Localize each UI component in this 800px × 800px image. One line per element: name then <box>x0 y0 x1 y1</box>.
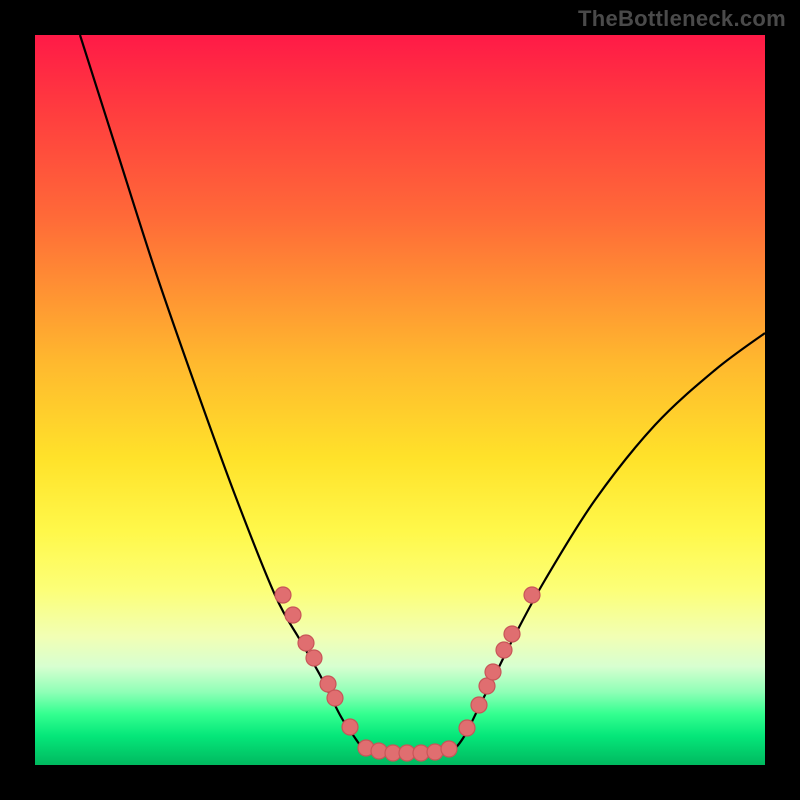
data-dots <box>275 587 540 761</box>
data-point <box>427 744 443 760</box>
data-point <box>327 690 343 706</box>
data-point <box>298 635 314 651</box>
data-point <box>459 720 475 736</box>
data-point <box>441 741 457 757</box>
bottleneck-curve-svg <box>35 35 765 765</box>
data-point <box>471 697 487 713</box>
data-point <box>306 650 322 666</box>
data-point <box>285 607 301 623</box>
plot-area <box>35 35 765 765</box>
data-point <box>485 664 501 680</box>
data-point <box>496 642 512 658</box>
data-point <box>504 626 520 642</box>
data-point <box>371 743 387 759</box>
bottleneck-curve <box>80 35 765 753</box>
data-point <box>524 587 540 603</box>
data-point <box>275 587 291 603</box>
data-point <box>342 719 358 735</box>
watermark-text: TheBottleneck.com <box>578 6 786 32</box>
